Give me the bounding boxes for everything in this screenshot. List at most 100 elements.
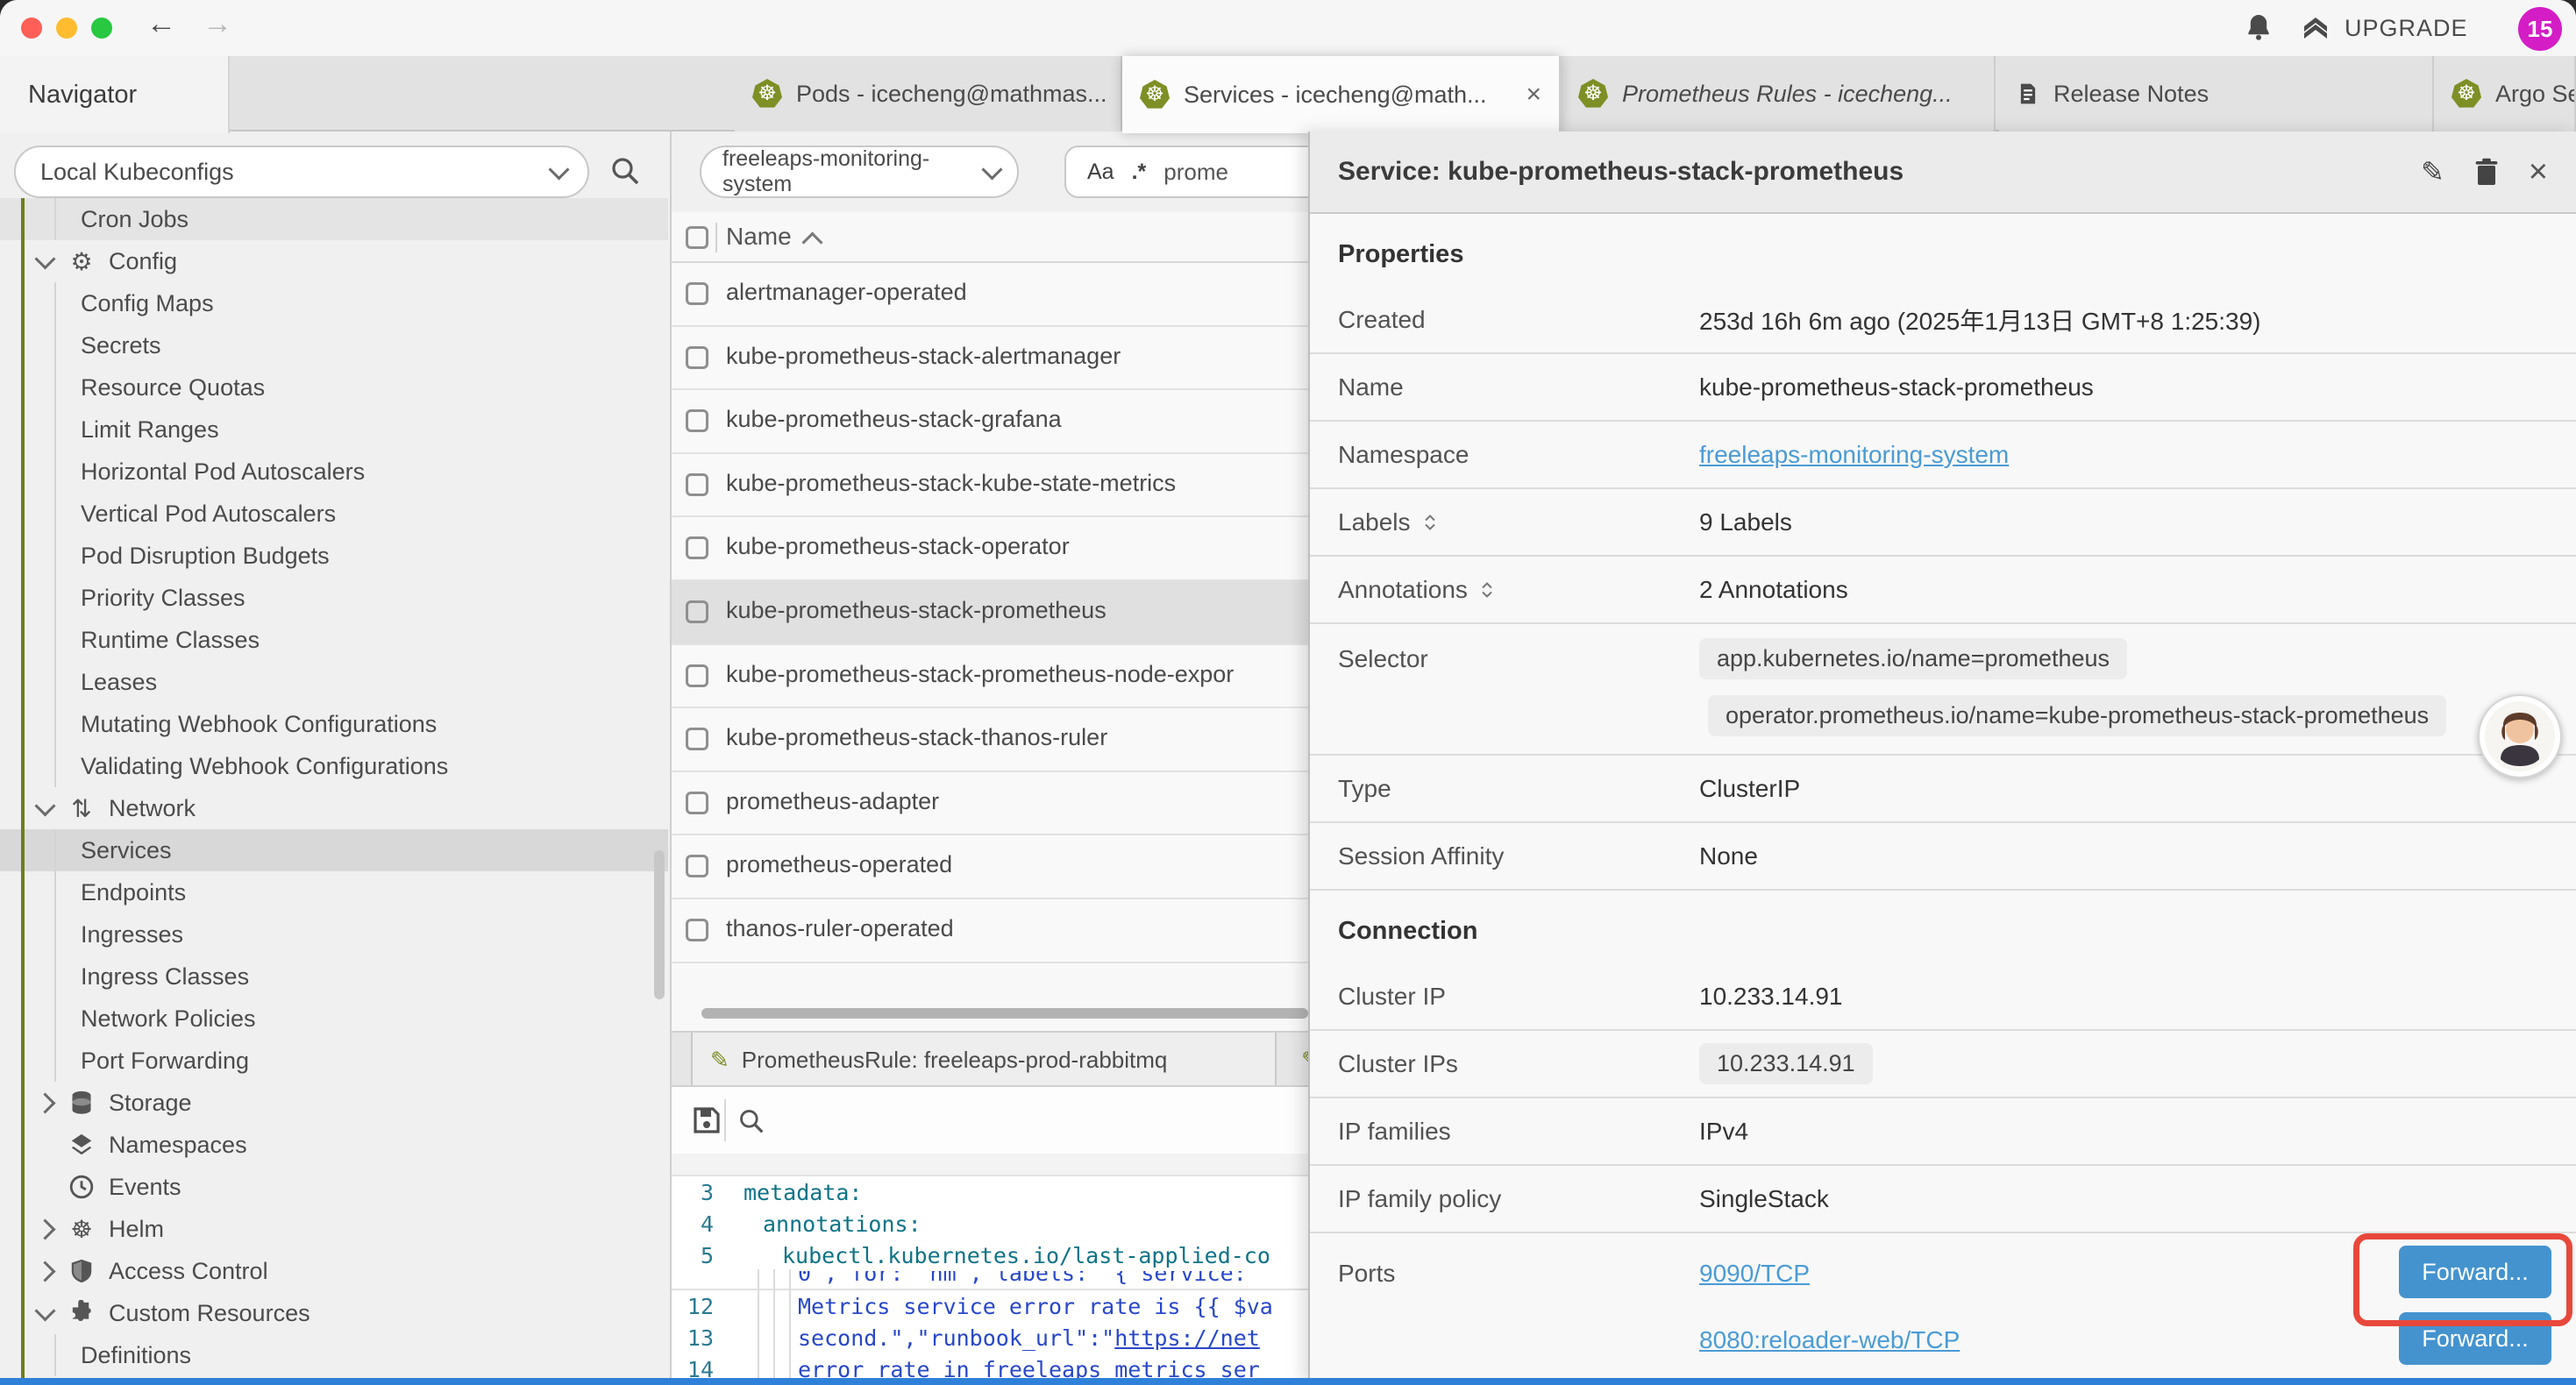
sidebar-item-priority-classes[interactable]: Priority Classes (0, 577, 668, 619)
chevron-down-icon[interactable] (34, 1300, 55, 1321)
code-link[interactable]: https://net (1114, 1325, 1260, 1351)
row-checkbox[interactable] (686, 409, 708, 432)
row-checkbox[interactable] (686, 600, 708, 623)
sidebar-item-access-control[interactable]: Access Control (0, 1250, 668, 1292)
table-row[interactable]: kube-prometheus-stack-kube-state-metrics (672, 454, 1308, 518)
app-tab-4[interactable]: ☸Argo Se (2434, 56, 2576, 131)
sidebar-item-storage[interactable]: Storage (0, 1082, 668, 1124)
edit-icon[interactable]: ✎ (2421, 158, 2444, 186)
save-icon[interactable] (693, 1106, 721, 1134)
upgrade-button[interactable]: UPGRADE (2301, 14, 2468, 42)
row-checkbox[interactable] (686, 792, 708, 814)
row-checkbox[interactable] (686, 473, 708, 496)
sidebar-search-icon[interactable] (610, 156, 640, 186)
close-tab-icon[interactable]: × (1515, 80, 1541, 110)
sidebar-item-events[interactable]: Events (0, 1166, 668, 1208)
sidebar-item-leases[interactable]: Leases (0, 661, 668, 703)
delete-trash-icon[interactable] (2474, 158, 2499, 186)
row-checkbox[interactable] (686, 664, 708, 687)
value-link[interactable]: freeleaps-monitoring-system (1699, 441, 2009, 469)
sort-ascending-icon[interactable] (801, 231, 822, 252)
chevron-down-icon[interactable] (34, 248, 55, 269)
navigator-panel-tab[interactable]: Navigator (0, 56, 230, 133)
horizontal-scrollbar[interactable] (701, 1008, 1308, 1019)
kubeconfig-select[interactable]: Local Kubeconfigs (14, 146, 589, 198)
expand-collapse-icon[interactable] (1421, 510, 1439, 535)
sidebar-item-ingresses[interactable]: Ingresses (0, 913, 668, 955)
table-row[interactable]: kube-prometheus-stack-operator (672, 517, 1308, 581)
sidebar-item-endpoints[interactable]: Endpoints (0, 871, 668, 913)
editor-tab-prometheusrule[interactable]: ✎ PrometheusRule: freeleaps-prod-rabbitm… (691, 1033, 1277, 1087)
minimize-window-icon[interactable] (56, 18, 77, 39)
sidebar-item-secrets[interactable]: Secrets (0, 324, 668, 366)
sidebar-item-resource-quotas[interactable]: Resource Quotas (0, 366, 668, 408)
notifications-bell-icon[interactable] (2245, 12, 2273, 42)
close-icon[interactable]: × (2529, 158, 2548, 186)
sidebar-item-namespaces[interactable]: Namespaces (0, 1124, 668, 1166)
app-tab-3[interactable]: Release Notes (1999, 56, 2434, 131)
table-row[interactable]: kube-prometheus-stack-alertmanager (672, 327, 1308, 391)
app-tab-1[interactable]: ☸Services - icecheng@math...× (1122, 56, 1561, 133)
sidebar-item-validating-webhook-configurations[interactable]: Validating Webhook Configurations (0, 745, 668, 787)
notification-count-badge[interactable]: 15 (2518, 7, 2562, 51)
row-checkbox[interactable] (686, 346, 708, 369)
table-row[interactable]: prometheus-operated (672, 835, 1308, 899)
row-checkbox[interactable] (686, 919, 708, 941)
sidebar-item-mutating-webhook-configurations[interactable]: Mutating Webhook Configurations (0, 703, 668, 745)
expand-collapse-icon[interactable] (1478, 578, 1496, 602)
sidebar-scrollbar[interactable] (654, 850, 665, 999)
sidebar-item-vertical-pod-autoscalers[interactable]: Vertical Pod Autoscalers (0, 493, 668, 535)
table-row[interactable]: alertmanager-operated (672, 263, 1308, 327)
sidebar-item-custom-resources[interactable]: Custom Resources (0, 1292, 668, 1334)
sidebar-item-pod-disruption-budgets[interactable]: Pod Disruption Budgets (0, 535, 668, 577)
sidebar-item-ingress-classes[interactable]: Ingress Classes (0, 955, 668, 998)
app-tab-2[interactable]: ☸Prometheus Rules - icecheng... (1561, 56, 1996, 131)
row-checkbox[interactable] (686, 536, 708, 559)
detail-title: Service: kube-prometheus-stack-prometheu… (1310, 157, 1904, 187)
sidebar-item-config[interactable]: ⚙Config (0, 240, 668, 282)
sidebar-item-limit-ranges[interactable]: Limit Ranges (0, 408, 668, 451)
table-row[interactable]: prometheus-adapter (672, 772, 1308, 836)
chevron-right-icon[interactable] (34, 1261, 55, 1282)
row-checkbox[interactable] (686, 282, 708, 305)
row-checkbox[interactable] (686, 855, 708, 877)
assistant-avatar[interactable] (2478, 694, 2562, 778)
app-tab-0[interactable]: ☸Pods - icecheng@mathmas... (735, 56, 1122, 131)
sidebar-item-services[interactable]: Services (0, 829, 668, 871)
row-checkbox[interactable] (686, 728, 708, 750)
yaml-editor[interactable]: 3metadata:4annotations:5kubectl.kubernet… (672, 1154, 1308, 1385)
sidebar-item-port-forwarding[interactable]: Port Forwarding (0, 1040, 668, 1082)
match-case-toggle[interactable]: Aa (1087, 160, 1114, 185)
sidebar-item-network[interactable]: ⇅Network (0, 787, 668, 829)
port-link[interactable]: 8080:reloader-web/TCP (1699, 1326, 1960, 1354)
regex-toggle[interactable]: .* (1132, 160, 1147, 185)
table-row[interactable]: kube-prometheus-stack-prometheus (672, 581, 1308, 645)
chevron-right-icon[interactable] (34, 1218, 55, 1239)
table-row[interactable]: kube-prometheus-stack-prometheus-node-ex… (672, 645, 1308, 709)
sidebar-item-definitions[interactable]: Definitions (0, 1334, 668, 1376)
list-search-input[interactable]: Aa .* prome (1064, 146, 1327, 198)
chevron-right-icon[interactable] (34, 1092, 55, 1113)
maximize-window-icon[interactable] (91, 18, 112, 39)
editor-tab-next[interactable]: ✎ (1277, 1033, 1308, 1087)
port-link[interactable]: 9090/TCP (1699, 1260, 1810, 1288)
forward-button[interactable]: Forward... (2399, 1312, 2551, 1365)
select-all-checkbox[interactable] (686, 226, 708, 249)
name-column-header[interactable]: Name (726, 223, 792, 251)
namespace-select[interactable]: freeleaps-monitoring-system (700, 146, 1019, 198)
sidebar-item-helm[interactable]: ☸Helm (0, 1208, 668, 1250)
back-icon[interactable]: ← (140, 7, 182, 41)
sidebar-item-config-maps[interactable]: Config Maps (0, 282, 668, 324)
forward-icon[interactable]: → (196, 7, 238, 41)
sidebar-item-horizontal-pod-autoscalers[interactable]: Horizontal Pod Autoscalers (0, 451, 668, 493)
sidebar-item-cron-jobs[interactable]: Cron Jobs (0, 198, 668, 240)
editor-search-icon[interactable] (738, 1108, 765, 1134)
sidebar-item-runtime-classes[interactable]: Runtime Classes (0, 619, 668, 661)
table-row[interactable]: kube-prometheus-stack-grafana (672, 390, 1308, 454)
table-row[interactable]: kube-prometheus-stack-thanos-ruler (672, 708, 1308, 772)
close-window-icon[interactable] (21, 18, 42, 39)
forward-button[interactable]: Forward... (2399, 1246, 2551, 1298)
table-row[interactable]: thanos-ruler-operated (672, 899, 1308, 963)
chevron-down-icon[interactable] (34, 795, 55, 816)
sidebar-item-network-policies[interactable]: Network Policies (0, 998, 668, 1040)
